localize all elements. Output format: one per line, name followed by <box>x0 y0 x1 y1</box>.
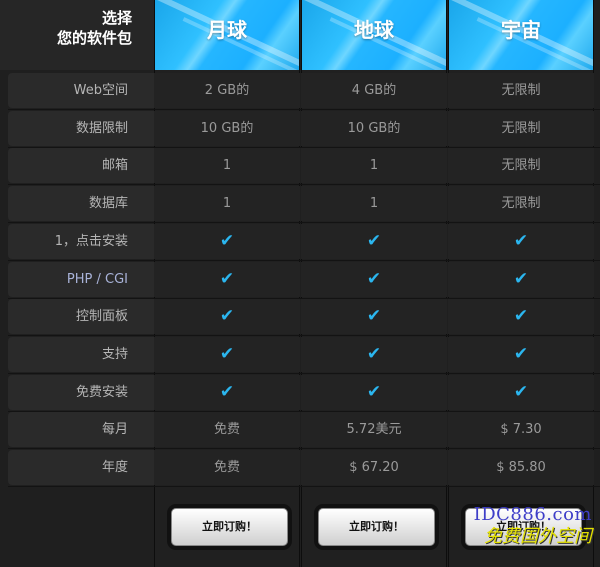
check-icon: ✔ <box>448 299 594 334</box>
row-value: 1 <box>154 186 300 221</box>
row-value: $ 7.30 <box>448 412 594 447</box>
check-icon: ✔ <box>301 262 447 297</box>
plan-name-earth: 地球 <box>354 18 394 42</box>
check-icon: ✔ <box>301 224 447 259</box>
watermark: IDC886.com 免费国外空间 <box>474 505 592 549</box>
check-icon: ✔ <box>301 337 447 372</box>
plan-header-earth: 地球 <box>302 0 446 70</box>
row-value: 无限制 <box>448 111 594 146</box>
row-value: $ 67.20 <box>301 450 447 485</box>
check-icon: ✔ <box>448 262 594 297</box>
row-divider <box>8 335 600 336</box>
plan-name-universe: 宇宙 <box>501 18 541 42</box>
row-value: 免费 <box>154 450 300 485</box>
row-value: 4 GB的 <box>301 73 447 108</box>
row-label: 年度 <box>8 450 154 485</box>
row-divider <box>8 486 600 487</box>
row-value: 10 GB的 <box>154 111 300 146</box>
row-label: 邮箱 <box>8 148 154 183</box>
check-icon: ✔ <box>448 337 594 372</box>
check-icon: ✔ <box>154 337 300 372</box>
row-value: 免费 <box>154 412 300 447</box>
row-value: 2 GB的 <box>154 73 300 108</box>
row-value: 无限制 <box>448 148 594 183</box>
check-icon: ✔ <box>301 299 447 334</box>
header-corner: 选择 您的软件包 <box>0 0 154 70</box>
row-value: 1 <box>301 186 447 221</box>
row-value: 无限制 <box>448 73 594 108</box>
row-label: 控制面板 <box>8 299 154 334</box>
row-divider <box>8 260 600 261</box>
row-value: 1 <box>154 148 300 183</box>
row-divider <box>8 109 600 110</box>
check-icon: ✔ <box>301 375 447 410</box>
row-label: 每月 <box>8 412 154 447</box>
watermark-slogan: 免费国外空间 <box>484 526 592 547</box>
row-value: 1 <box>301 148 447 183</box>
row-label: 数据限制 <box>8 111 154 146</box>
row-label: Web空间 <box>8 73 154 108</box>
order-button-moon[interactable]: 立即订购！ <box>171 508 288 546</box>
plan-name-moon: 月球 <box>207 18 247 42</box>
row-value: 10 GB的 <box>301 111 447 146</box>
watermark-site: IDC886.com <box>473 504 592 525</box>
row-label: 1，点击安装 <box>8 224 154 259</box>
row-divider <box>8 448 600 449</box>
row-value: 5.72美元 <box>301 412 447 447</box>
check-icon: ✔ <box>448 224 594 259</box>
check-icon: ✔ <box>154 375 300 410</box>
row-divider <box>8 373 600 374</box>
order-button-earth[interactable]: 立即订购！ <box>318 508 435 546</box>
row-value: 无限制 <box>448 186 594 221</box>
plan-header-universe: 宇宙 <box>449 0 593 70</box>
check-icon: ✔ <box>154 299 300 334</box>
title-line2: 您的软件包 <box>56 29 132 47</box>
title-line1: 选择 <box>101 9 132 27</box>
row-label: 支持 <box>8 337 154 372</box>
row-value: $ 85.80 <box>448 450 594 485</box>
check-icon: ✔ <box>154 262 300 297</box>
plan-header-moon: 月球 <box>155 0 299 70</box>
row-label: PHP / CGI <box>8 262 154 297</box>
table-title: 选择 您的软件包 <box>57 8 132 48</box>
row-label: 免费安装 <box>8 375 154 410</box>
check-icon: ✔ <box>154 224 300 259</box>
row-divider <box>8 222 600 223</box>
row-label: 数据库 <box>8 186 154 221</box>
check-icon: ✔ <box>448 375 594 410</box>
row-divider <box>8 184 600 185</box>
